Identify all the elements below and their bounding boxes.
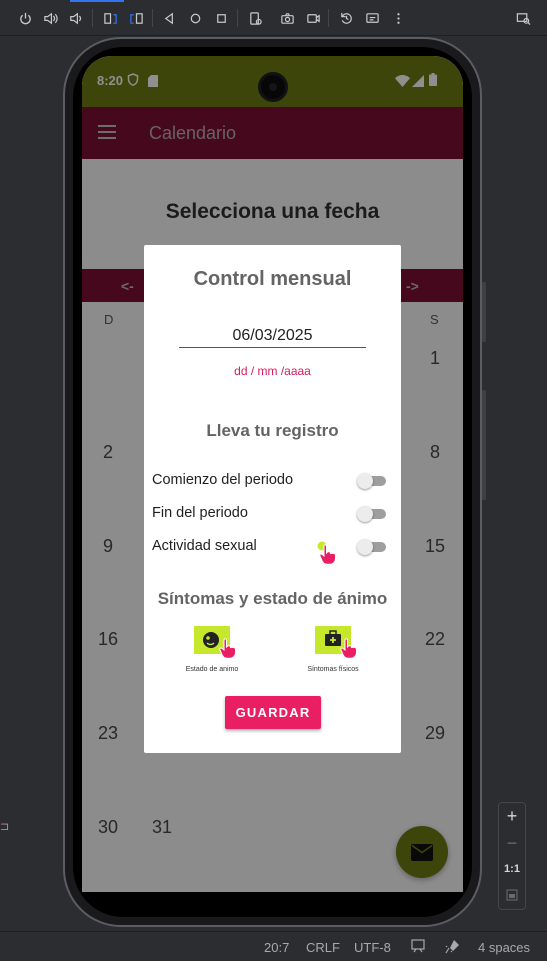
volume-down-icon[interactable] bbox=[65, 8, 85, 28]
option-label: Estado de animo bbox=[185, 666, 239, 673]
toolbar-separator bbox=[237, 9, 238, 27]
readonly-toggle-icon[interactable] bbox=[411, 939, 425, 956]
mood-option[interactable]: Estado de animo bbox=[172, 626, 252, 676]
switch-row-period-end: Fin del periodo bbox=[152, 504, 387, 524]
medical-kit-icon bbox=[315, 626, 357, 660]
zoom-fit-icon[interactable] bbox=[499, 885, 525, 906]
toolbar-separator bbox=[152, 9, 153, 27]
emulator-toolbar bbox=[0, 0, 547, 36]
reset-icon[interactable] bbox=[336, 8, 356, 28]
device-screen: 8:20 Calendario Selecciona una fecha <- … bbox=[82, 56, 463, 892]
power-icon[interactable] bbox=[15, 8, 35, 28]
switch-label: Actividad sexual bbox=[152, 538, 257, 554]
caret-position[interactable]: 20:7 bbox=[264, 940, 289, 955]
left-edge-marker: ⊐ bbox=[0, 821, 10, 833]
device-settings-icon[interactable] bbox=[245, 8, 265, 28]
rotate-left-icon[interactable] bbox=[100, 8, 120, 28]
mood-face-icon bbox=[194, 626, 236, 660]
ai-assistant-icon[interactable] bbox=[445, 939, 460, 957]
switch-label: Fin del periodo bbox=[152, 505, 248, 521]
date-format-hint: dd / mm /aaaa bbox=[234, 364, 311, 378]
zoom-in-button[interactable]: + bbox=[499, 806, 525, 827]
rotate-right-icon[interactable] bbox=[126, 8, 146, 28]
monthly-control-dialog: Control mensual dd / mm /aaaa Lleva tu r… bbox=[144, 245, 401, 753]
switch-row-sexual-activity: Actividad sexual bbox=[152, 537, 387, 557]
zoom-controls: + − 1:1 bbox=[498, 802, 526, 910]
toolbar-separator bbox=[328, 9, 329, 27]
tap-hand-icon[interactable] bbox=[316, 540, 342, 566]
more-icon[interactable] bbox=[388, 8, 408, 28]
ide-status-bar: 20:7 CRLF UTF-8 4 spaces bbox=[0, 931, 547, 961]
section-title-registro: Lleva tu registro bbox=[206, 421, 339, 440]
zoom-out-button[interactable]: − bbox=[499, 833, 525, 854]
overview-icon[interactable] bbox=[211, 8, 231, 28]
period-start-switch[interactable] bbox=[357, 473, 387, 489]
snapshot-icon[interactable] bbox=[362, 8, 382, 28]
record-icon[interactable] bbox=[303, 8, 323, 28]
sexual-activity-switch[interactable] bbox=[357, 539, 387, 555]
switch-row-period-start: Comienzo del periodo bbox=[152, 471, 387, 491]
period-end-switch[interactable] bbox=[357, 506, 387, 522]
home-icon[interactable] bbox=[185, 8, 205, 28]
section-title-sintomas: Síntomas y estado de ánimo bbox=[157, 589, 388, 608]
phone-side-button-volume[interactable] bbox=[482, 390, 486, 500]
date-field[interactable] bbox=[179, 324, 366, 348]
camera-icon[interactable] bbox=[277, 8, 297, 28]
back-icon[interactable] bbox=[159, 8, 179, 28]
dialog-title: Control mensual bbox=[193, 268, 352, 290]
switch-label: Comienzo del periodo bbox=[152, 472, 294, 488]
option-label: Síntomas físicos bbox=[307, 666, 359, 673]
save-button[interactable]: GUARDAR bbox=[225, 696, 321, 729]
symptoms-option[interactable]: Síntomas físicos bbox=[293, 626, 373, 676]
line-separator[interactable]: CRLF bbox=[306, 940, 340, 955]
device-explorer-icon[interactable] bbox=[513, 8, 533, 28]
toolbar-separator bbox=[92, 9, 93, 27]
active-indicator bbox=[70, 0, 124, 2]
phone-side-button-power[interactable] bbox=[482, 282, 486, 342]
volume-up-icon[interactable] bbox=[40, 8, 60, 28]
zoom-actual-size-button[interactable]: 1:1 bbox=[499, 863, 525, 875]
indent-settings[interactable]: 4 spaces bbox=[478, 940, 530, 955]
file-encoding[interactable]: UTF-8 bbox=[354, 940, 391, 955]
